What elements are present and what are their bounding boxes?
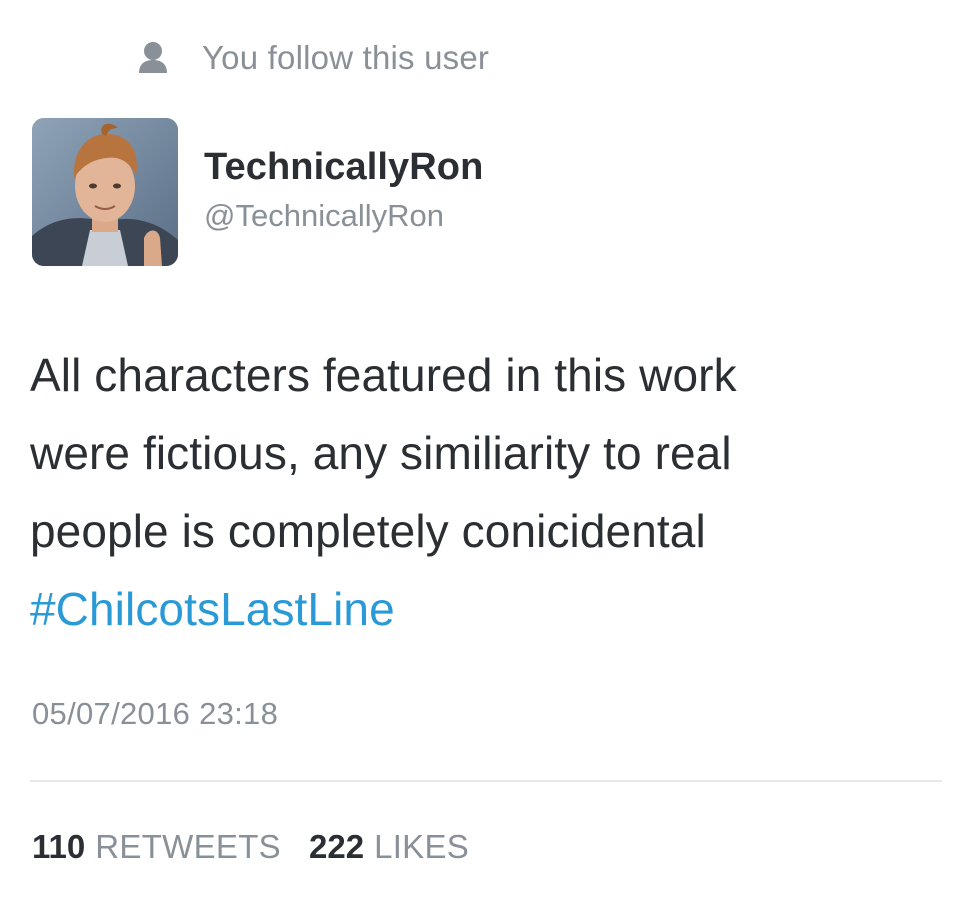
hashtag-link[interactable]: #ChilcotsLastLine (30, 570, 960, 648)
follow-status: You follow this user (138, 36, 489, 80)
likes-count: 222 (309, 828, 365, 865)
likes-label: LIKES (374, 828, 470, 865)
follow-status-text: You follow this user (202, 39, 490, 76)
tweet-timestamp: 05/07/2016 23:18 (32, 696, 279, 731)
avatar[interactable] (32, 118, 178, 266)
divider (30, 780, 942, 782)
retweets-count: 110 (32, 828, 86, 865)
tweet-text-line: were fictious, any similiarity to real (30, 427, 732, 479)
retweets-stat[interactable]: 110 RETWEETS (32, 828, 281, 866)
tweet-stats: 110 RETWEETS 222 LIKES (32, 828, 469, 866)
likes-stat[interactable]: 222 LIKES (309, 828, 469, 866)
avatar-image (32, 118, 178, 266)
retweets-label: RETWEETS (95, 828, 281, 865)
tweet-text: All characters featured in this work wer… (30, 336, 960, 648)
tweet-text-line: people is completely conicidental (30, 505, 706, 557)
tweet-detail: You follow this user TechnicallyRon @Tec… (0, 0, 980, 910)
person-icon (139, 42, 167, 73)
tweet-text-line: All characters featured in this work (30, 349, 737, 401)
author-handle[interactable]: @TechnicallyRon (204, 198, 444, 234)
author-display-name[interactable]: TechnicallyRon (204, 146, 483, 189)
